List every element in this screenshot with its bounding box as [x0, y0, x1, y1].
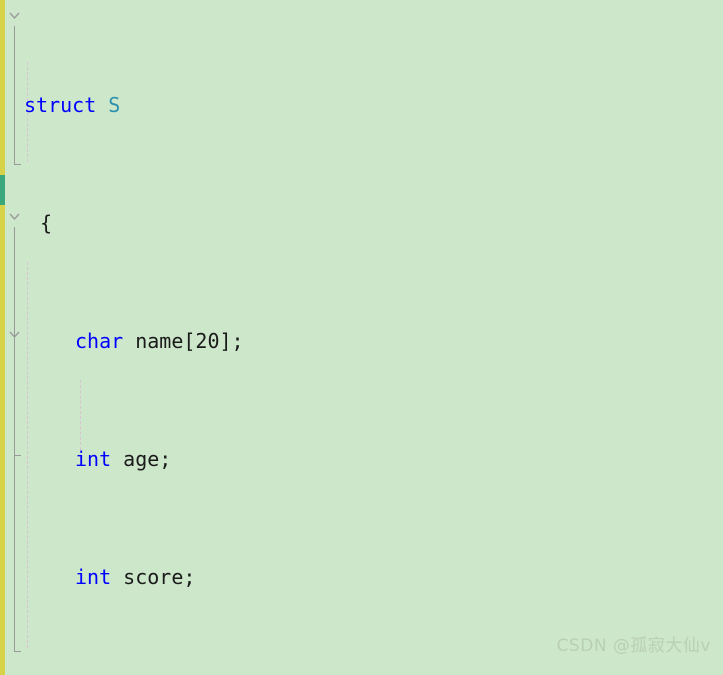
token-keyword-char: char	[75, 328, 124, 353]
code-line-3[interactable]: char name[20];	[24, 327, 653, 357]
fold-foot-struct-s	[14, 164, 21, 165]
fold-foot-main	[14, 651, 21, 652]
csdn-watermark: CSDN @孤寂大仙v	[556, 635, 711, 656]
fold-toggle-struct-s-chevron-down-icon[interactable]	[7, 8, 22, 23]
code-text-area[interactable]: struct S { char name[20]; int age; int s…	[24, 2, 653, 675]
code-editor[interactable]: struct S { char name[20]; int age; int s…	[0, 0, 723, 675]
token-decl-score: score;	[111, 564, 196, 589]
fold-toggle-if-block-chevron-down-icon[interactable]	[7, 327, 22, 342]
token-decl-name: name[20];	[123, 328, 244, 353]
code-line-5[interactable]: int score;	[24, 563, 653, 593]
code-line-2[interactable]: {	[24, 209, 653, 239]
fold-toggle-main-chevron-down-icon[interactable]	[7, 209, 22, 224]
token-type-s: S	[108, 92, 121, 117]
token-keyword-int: int	[75, 446, 112, 471]
fold-line-if-block	[14, 345, 15, 455]
code-line-4[interactable]: int age;	[24, 445, 653, 475]
token-brace-open: {	[40, 210, 53, 235]
token-keyword-int: int	[75, 564, 112, 589]
code-line-1[interactable]: struct S	[24, 91, 653, 121]
fold-foot-if-block	[14, 455, 21, 456]
fold-line-struct-s	[14, 26, 15, 164]
token-keyword-struct: struct	[24, 92, 97, 117]
token-decl-age: age;	[111, 446, 172, 471]
